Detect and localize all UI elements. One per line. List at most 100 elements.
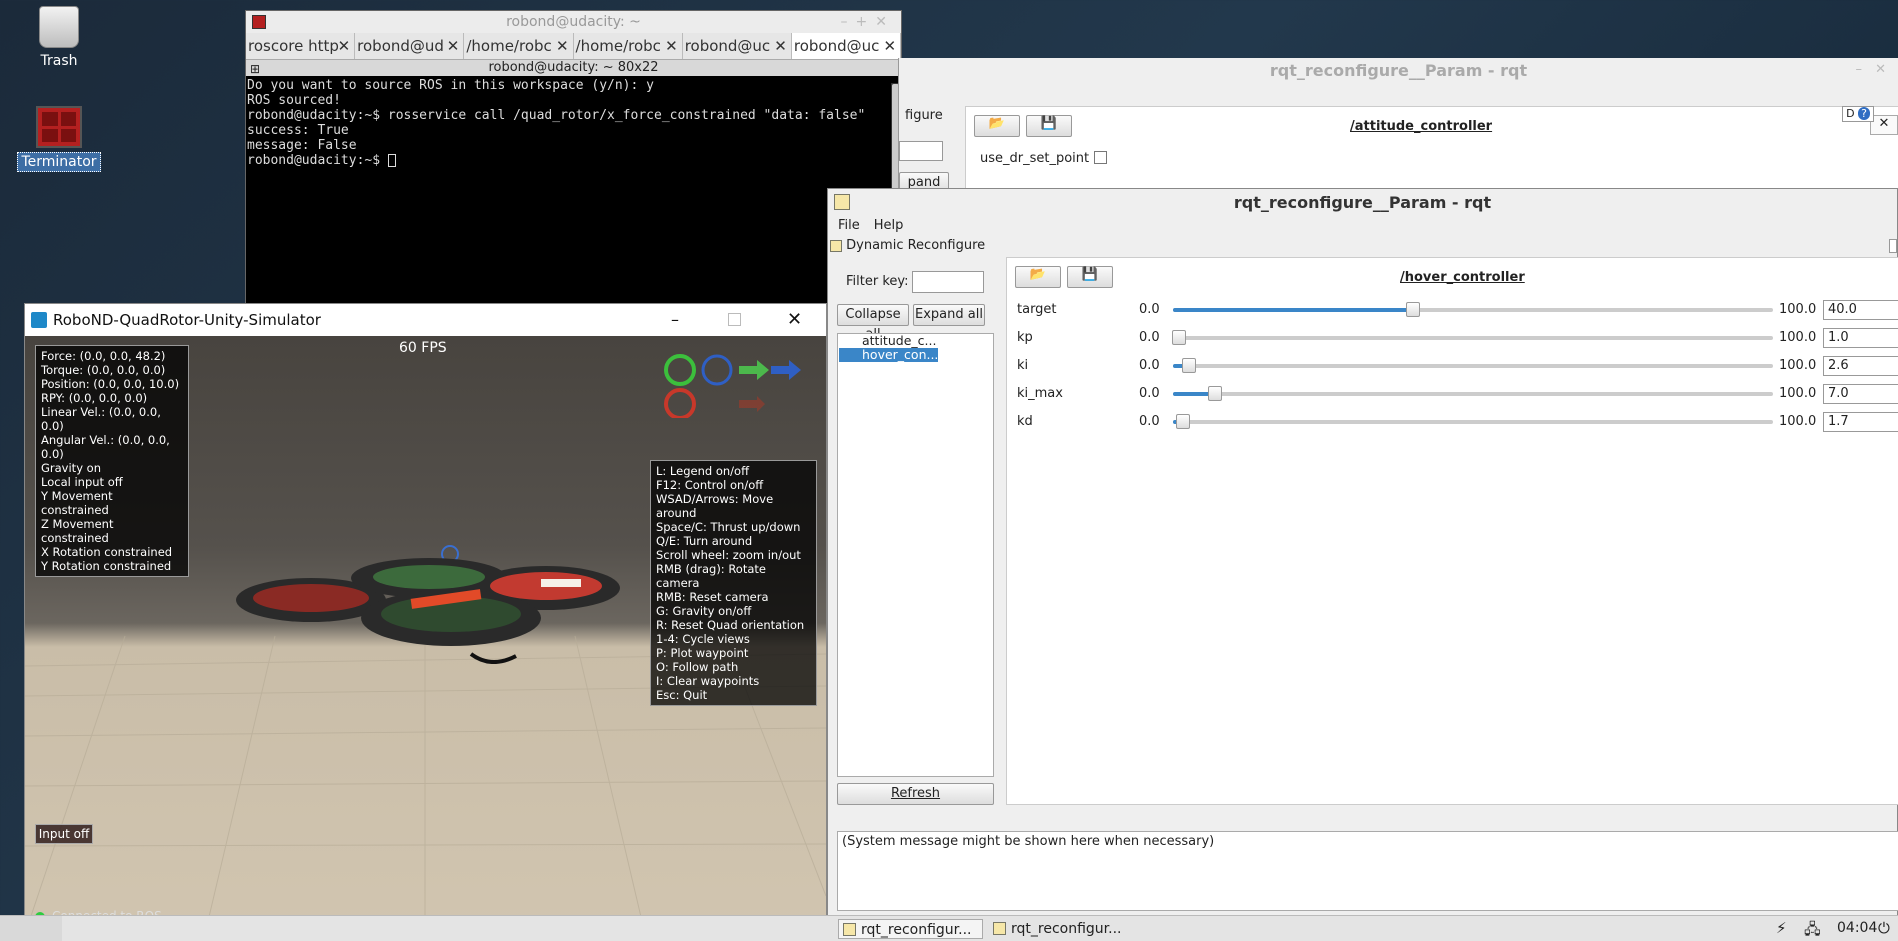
shutdown-icon[interactable]: ⏻: [1878, 919, 1890, 937]
taskbar-task[interactable]: rqt_reconfigur...: [838, 919, 983, 939]
taskbar-task[interactable]: rqt_reconfigur...: [989, 919, 1134, 939]
param-slider[interactable]: [1173, 302, 1773, 317]
terminal-tab[interactable]: robond@ud ✕: [355, 33, 465, 59]
rqt-window-background[interactable]: rqt_reconfigure__Param - rqt – ✕ figure …: [898, 58, 1898, 210]
close-icon[interactable]: ✕: [787, 304, 802, 336]
terminal-line: robond@udacity:~$: [247, 153, 388, 168]
param-row-kd: kd 0.0 100.0 1.7: [1007, 412, 1898, 432]
slider-handle[interactable]: [1406, 302, 1420, 317]
rqt-window[interactable]: rqt_reconfigure__Param - rqt File Help D…: [827, 188, 1898, 941]
close-icon[interactable]: ✕: [1875, 62, 1886, 77]
close-icon[interactable]: ✕: [663, 33, 678, 59]
terminal-tab[interactable]: /home/robc ✕: [464, 33, 574, 59]
desktop-icon-label: Terminator: [17, 152, 101, 172]
power-icon[interactable]: ⚡: [1776, 919, 1787, 937]
legend-panel: L: Legend on/off F12: Control on/off WSAD/…: [650, 460, 817, 706]
terminal-tab[interactable]: robond@uc ✕: [683, 33, 792, 59]
dock-button[interactable]: [1889, 239, 1897, 253]
param-slider[interactable]: [1173, 414, 1773, 429]
minimize-icon[interactable]: –: [1856, 62, 1863, 77]
param-min: 0.0: [1139, 414, 1160, 429]
node-title: /attitude_controller: [1350, 119, 1493, 134]
terminal-pane-header: ⊞ robond@udacity: ~ 80x22: [246, 60, 901, 76]
slider-handle[interactable]: [1181, 358, 1196, 373]
input-toggle-button[interactable]: Input off: [35, 824, 93, 844]
param-min: 0.0: [1139, 358, 1160, 373]
menu-file[interactable]: File: [838, 216, 860, 236]
window-controls: –+✕: [840, 14, 895, 30]
tree-item-hover[interactable]: hover_con...: [839, 348, 938, 362]
save-icon[interactable]: 💾: [1026, 115, 1072, 137]
terminal-window[interactable]: robond@udacity: ~ –+✕ roscore http ✕ robo…: [245, 10, 902, 310]
arrow-green-icon: [739, 360, 769, 380]
clock: 04:04: [1837, 920, 1878, 936]
start-button[interactable]: [0, 916, 62, 941]
rotate-green-icon: [664, 354, 696, 386]
terminal-title: robond@udacity: ~: [506, 14, 641, 30]
param-row-target: target 0.0 100.0 40.0: [1007, 300, 1898, 320]
terminal-app-icon: [252, 15, 266, 29]
load-icon[interactable]: 📂: [974, 115, 1020, 137]
arrow-blue-icon: [771, 360, 801, 380]
minimize-icon[interactable]: –: [671, 304, 679, 336]
network-icon[interactable]: 🖧: [1804, 919, 1821, 941]
expand-all-button[interactable]: Expand all: [913, 304, 985, 326]
grid-icon[interactable]: ⊞: [250, 61, 260, 77]
terminator-icon: [36, 106, 82, 148]
param-min: 0.0: [1139, 302, 1160, 317]
param-slider[interactable]: [1173, 358, 1773, 373]
refresh-button[interactable]: Refresh: [837, 783, 994, 805]
close-icon[interactable]: ✕: [772, 33, 787, 59]
quadrotor: [236, 545, 620, 664]
maximize-icon[interactable]: [728, 313, 741, 326]
slider-handle[interactable]: [1176, 414, 1191, 429]
param-max: 100.0: [1779, 330, 1817, 345]
param-value-input[interactable]: 40.0: [1823, 300, 1898, 320]
filter-input-partial[interactable]: [899, 141, 943, 161]
help-icon[interactable]: D ?: [1842, 106, 1874, 122]
param-list: target 0.0 100.0 40.0 kp 0.0 100.0 1.0 ki 0.0 100.…: [1007, 292, 1898, 432]
simulator-window[interactable]: RoboND-QuadRotor-Unity-Simulator – ✕ For…: [24, 303, 827, 935]
terminal-tab[interactable]: /home/robc ✕: [574, 33, 683, 59]
checkbox-label: use_dr_set_point: [980, 151, 1090, 166]
node-tree[interactable]: attitude_c... hover_con...: [837, 333, 994, 777]
close-icon[interactable]: ✕: [445, 33, 460, 59]
terminal-pane-title: robond@udacity: ~ 80x22: [488, 60, 659, 75]
checkbox[interactable]: [1094, 151, 1107, 164]
terminal-output[interactable]: Do you want to source ROS in this worksp…: [246, 76, 901, 168]
collapse-all-button[interactable]: Collapse all: [837, 304, 909, 342]
param-value-input[interactable]: 1.7: [1823, 412, 1898, 432]
app-icon: [843, 923, 856, 936]
desktop-icon-trash[interactable]: Trash: [17, 6, 101, 70]
param-value-input[interactable]: 1.0: [1823, 328, 1898, 348]
param-name: ki: [1017, 358, 1029, 373]
param-slider[interactable]: [1173, 386, 1773, 401]
desktop-icon-terminator[interactable]: Terminator: [17, 106, 101, 172]
close-icon[interactable]: ✕: [554, 33, 569, 59]
menu-help[interactable]: Help: [874, 216, 904, 236]
close-icon[interactable]: ✕: [336, 33, 351, 59]
simulator-title: RoboND-QuadRotor-Unity-Simulator: [53, 311, 321, 329]
control-icons[interactable]: [657, 348, 817, 418]
close-icon[interactable]: ✕: [1870, 115, 1898, 135]
desktop-icon-label: Trash: [40, 53, 78, 69]
simulator-viewport[interactable]: Force: (0.0, 0.0, 48.2) Torque: (0.0, 0.0…: [25, 336, 826, 934]
param-slider[interactable]: [1172, 330, 1773, 345]
load-icon[interactable]: 📂: [1015, 266, 1061, 288]
param-value-input[interactable]: 7.0: [1823, 384, 1898, 404]
simulator-titlebar: RoboND-QuadRotor-Unity-Simulator – ✕: [25, 304, 826, 336]
close-icon[interactable]: ✕: [881, 33, 897, 59]
param-name: ki_max: [1017, 386, 1063, 401]
tree-item-attitude[interactable]: attitude_c...: [862, 334, 936, 348]
rotate-blue-icon: [701, 354, 733, 386]
param-value-input[interactable]: 2.6: [1823, 356, 1898, 376]
system-message: (System message might be shown here when…: [842, 834, 1215, 849]
param-max: 100.0: [1779, 386, 1817, 401]
slider-handle[interactable]: [1208, 386, 1222, 401]
filter-input[interactable]: [912, 271, 984, 293]
terminal-tab-active[interactable]: robond@uc ✕: [791, 33, 902, 59]
save-icon[interactable]: 💾: [1067, 266, 1113, 288]
terminal-tab[interactable]: roscore http ✕: [246, 33, 356, 59]
param-max: 100.0: [1779, 414, 1817, 429]
slider-handle[interactable]: [1172, 330, 1186, 345]
